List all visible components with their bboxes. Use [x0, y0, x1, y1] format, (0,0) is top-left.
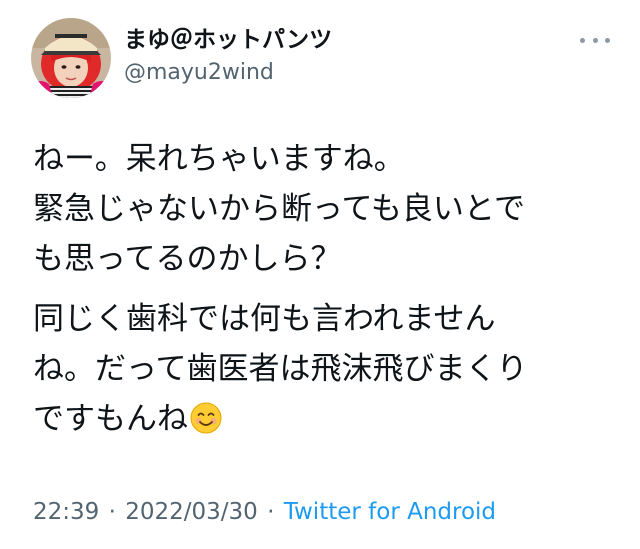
smiling-face-icon — [190, 402, 222, 434]
tweet-line: ね。だって歯医者は飛沫飛びまくり — [33, 351, 528, 387]
author-display-name[interactable]: まゆ＠ホットパンツ — [124, 24, 332, 56]
more-options-button[interactable] — [580, 30, 610, 50]
author-handle[interactable]: @mayu2wind — [124, 58, 274, 88]
ellipsis-icon — [592, 37, 598, 43]
tweet-date[interactable]: 2022/03/30 — [125, 499, 258, 525]
ellipsis-icon — [605, 37, 610, 43]
ellipsis-icon — [580, 37, 585, 43]
avatar[interactable] — [31, 18, 111, 98]
tweet-line-text: ですもんね — [33, 401, 188, 437]
tweet-client-link[interactable]: Twitter for Android — [284, 499, 496, 525]
tweet-meta: 22:39 · 2022/03/30 · Twitter for Android — [33, 496, 496, 528]
tweet-time[interactable]: 22:39 — [33, 499, 99, 525]
tweet-paragraph: ねー。呆れちゃいますね。 緊急じゃないから断っても良いとで も思ってるのかしら？ — [33, 134, 613, 284]
tweet-paragraph: 同じく歯科では何も言われません ね。だって歯医者は飛沫飛びまくり ですもんね — [33, 294, 613, 444]
meta-separator: · — [108, 499, 116, 525]
tweet-line: 緊急じゃないから断っても良いとで — [33, 191, 525, 227]
tweet-card: まゆ＠ホットパンツ @mayu2wind ねー。呆れちゃいますね。 緊急じゃない… — [0, 0, 640, 549]
avatar-image — [31, 18, 111, 98]
meta-separator: · — [267, 499, 275, 525]
tweet-text: ねー。呆れちゃいますね。 緊急じゃないから断っても良いとで も思ってるのかしら？… — [33, 134, 613, 444]
tweet-line: ねー。呆れちゃいますね。 — [33, 141, 405, 177]
tweet-line-last: ですもんね — [33, 394, 613, 444]
tweet-line: も思ってるのかしら？ — [33, 241, 342, 277]
tweet-line: 同じく歯科では何も言われません — [33, 301, 496, 337]
